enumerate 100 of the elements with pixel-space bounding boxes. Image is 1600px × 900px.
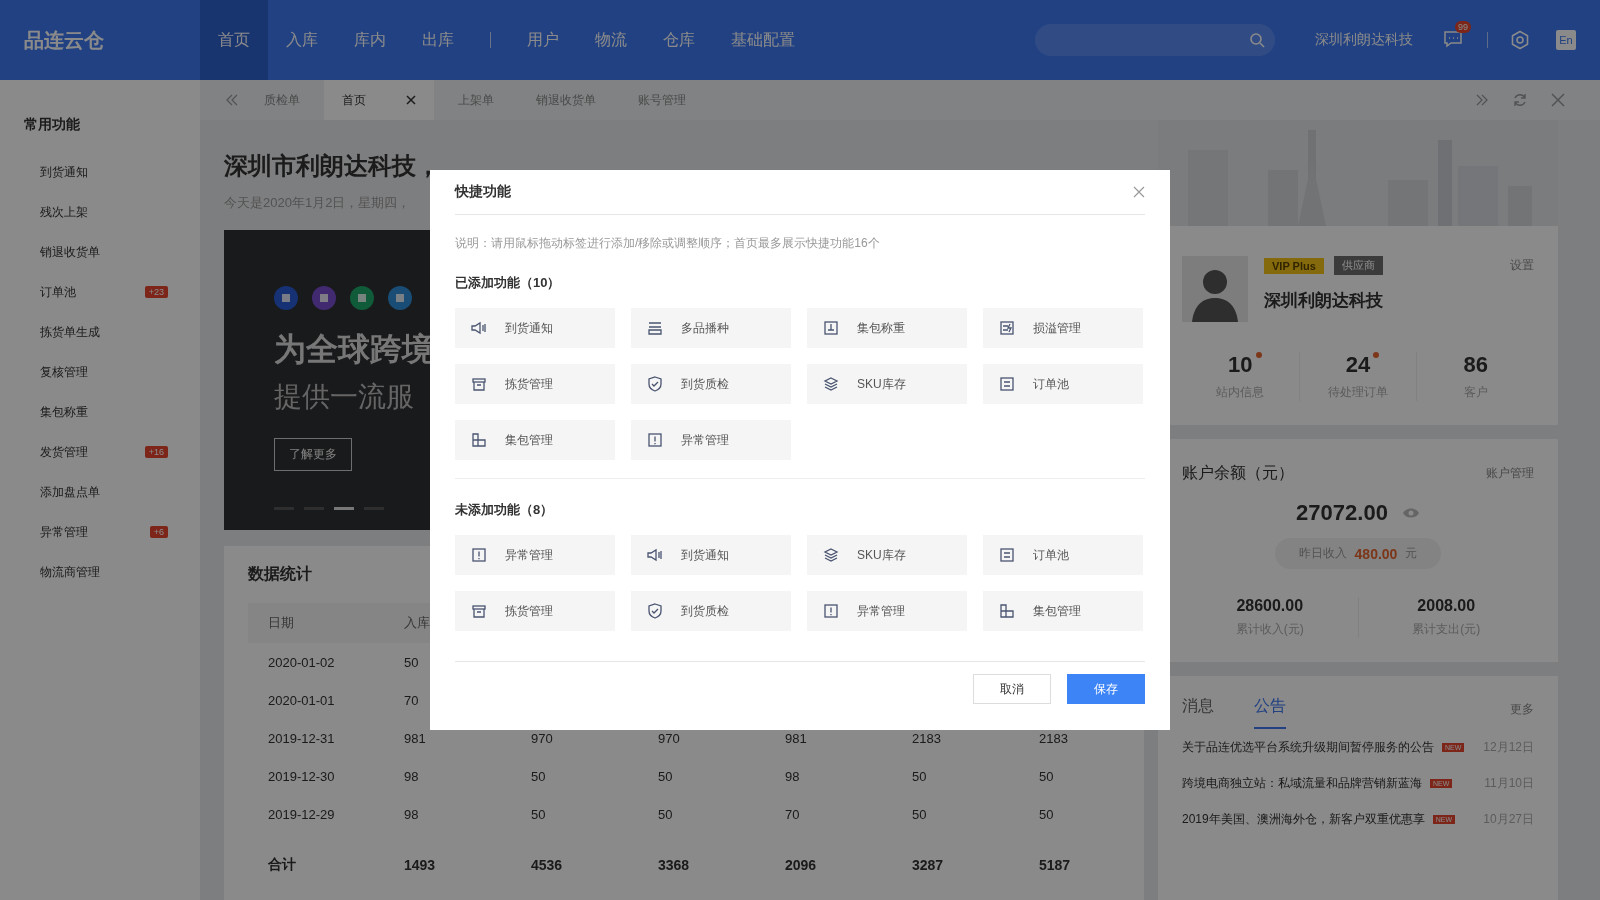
table-cell-text: 70 <box>403 691 420 710</box>
table-cell-text: 2019-12-31 <box>267 729 336 748</box>
page-tab[interactable]: 首页 <box>324 80 434 120</box>
role-tag: 供应商 <box>1333 256 1383 275</box>
sidebar-item[interactable]: 销退收货单 <box>24 232 200 272</box>
tag-label: 异常管理 <box>505 546 553 564</box>
function-tag[interactable]: 拣货管理 <box>455 591 615 631</box>
function-tag[interactable]: 异常管理 <box>807 591 967 631</box>
function-tag[interactable]: 异常管理 <box>631 420 791 460</box>
function-tag[interactable]: 拣货管理 <box>455 364 615 404</box>
table-cell-text: 50 <box>657 805 674 824</box>
sidebar-item[interactable]: 物流商管理 <box>24 552 200 592</box>
instruction-text: 说明：请用鼠标拖动标签进行添加/移除或调整顺序；首页最多展示快捷功能16个 <box>455 235 881 252</box>
table-cell-text: 2019-12-30 <box>267 767 336 786</box>
function-tag[interactable]: 到货质检 <box>631 591 791 631</box>
message-count-badge: 99 <box>1455 21 1471 33</box>
sidebar-item[interactable]: 拣货单生成 <box>24 312 200 352</box>
table-cell-text: 98 <box>403 805 420 824</box>
sidebar-item[interactable]: 集包称重 <box>24 392 200 432</box>
tag-label: SKU库存 <box>857 375 906 393</box>
more-link[interactable]: 更多 <box>1510 701 1534 718</box>
total-cell-text: 4536 <box>530 856 564 875</box>
table-cell-text: 981 <box>784 729 808 748</box>
save-button[interactable]: 保存 <box>1067 674 1145 704</box>
banner-subline: 提供一流服 <box>274 380 414 414</box>
notice-tab[interactable]: 消息 <box>1182 690 1214 729</box>
total-value: 2008.00 <box>1416 597 1477 615</box>
count-badge: +23 <box>144 286 168 298</box>
nav-item[interactable]: 库内 <box>336 0 404 80</box>
notice-title[interactable]: 2019年美国、澳洲海外仓，新客户双重优惠享 <box>1182 810 1425 828</box>
total-value: 28600.00 <box>1235 597 1305 615</box>
tag-label: 异常管理 <box>681 431 729 449</box>
function-tag[interactable]: 到货质检 <box>631 364 791 404</box>
notice-title[interactable]: 跨境电商独立站：私域流量和品牌营销新蓝海 <box>1182 774 1422 792</box>
tag-label: 到货通知 <box>505 319 553 337</box>
function-tag[interactable]: 损溢管理 <box>983 308 1143 348</box>
sidebar-item[interactable]: 残次上架 <box>24 192 200 232</box>
cancel-button[interactable]: 取消 <box>973 674 1051 704</box>
tag-label: 异常管理 <box>857 602 905 620</box>
total-cell-text: 5187 <box>1038 856 1072 875</box>
table-cell-text: 98 <box>784 767 801 786</box>
nav-item[interactable]: 基础配置 <box>713 0 813 80</box>
function-tag[interactable]: 集包管理 <box>983 591 1143 631</box>
greeting-title: 深圳市利朗达科技， <box>224 151 441 181</box>
function-tag[interactable]: SKU库存 <box>807 364 967 404</box>
company-name[interactable]: 深圳利朗达科技 <box>1315 31 1413 49</box>
language-button[interactable]: En <box>1556 30 1576 50</box>
nav-item[interactable]: 用户 <box>509 0 577 80</box>
tag-label: 损溢管理 <box>1033 319 1081 337</box>
app-logo[interactable]: 品连云仓 <box>0 26 200 54</box>
table-cell-text: 970 <box>657 729 681 748</box>
nav-item[interactable]: 出库 <box>404 0 472 80</box>
table-cell-text: 98 <box>403 767 420 786</box>
total-cell-text: 3368 <box>657 856 691 875</box>
tag-label: SKU库存 <box>857 546 906 564</box>
section-title: 未添加功能（8） <box>455 501 555 519</box>
function-tag[interactable]: 集包管理 <box>455 420 615 460</box>
function-tag[interactable]: 到货通知 <box>631 535 791 575</box>
column-header: 日期 <box>248 603 384 643</box>
sidebar-item[interactable]: 异常管理 +6 <box>24 512 200 552</box>
table-cell-text: 50 <box>530 805 547 824</box>
nav-item[interactable]: 物流 <box>577 0 645 80</box>
notice-title[interactable]: 关于品连优选平台系统升级期间暂停服务的公告 <box>1182 738 1434 756</box>
count-badge: +16 <box>144 446 168 458</box>
function-tag[interactable]: 异常管理 <box>455 535 615 575</box>
nav-item[interactable]: 入库 <box>268 0 336 80</box>
table-cell-text: 70 <box>784 805 801 824</box>
notice-tab[interactable]: 公告 <box>1254 690 1286 729</box>
function-tag[interactable]: SKU库存 <box>807 535 967 575</box>
total-cell-text: 2096 <box>784 856 818 875</box>
income-value: 480.00 <box>1354 545 1398 562</box>
table-cell-text: 50 <box>657 767 674 786</box>
table-cell-text: 50 <box>1038 805 1055 824</box>
sidebar-item[interactable]: 复核管理 <box>24 352 200 392</box>
function-tag[interactable]: 订单池 <box>983 535 1143 575</box>
nav-item[interactable]: 仓库 <box>645 0 713 80</box>
table-cell-text: 50 <box>911 805 928 824</box>
tag-label: 集包称重 <box>857 319 905 337</box>
balance-value: 27072.00 <box>1296 500 1388 526</box>
tag-label: 拣货管理 <box>505 375 553 393</box>
sidebar-item[interactable]: 发货管理 +16 <box>24 432 200 472</box>
stats-title: 数据统计 <box>248 564 313 584</box>
section-title: 已添加功能（10） <box>455 274 562 292</box>
table-cell-text: 50 <box>403 653 420 672</box>
sidebar-item[interactable]: 到货通知 <box>24 152 200 192</box>
table-cell-text: 2183 <box>1038 729 1069 748</box>
nav-item[interactable]: 首页 <box>200 0 268 80</box>
function-tag[interactable]: 订单池 <box>983 364 1143 404</box>
tag-label: 集包管理 <box>505 431 553 449</box>
sidebar-item[interactable]: 添加盘点单 <box>24 472 200 512</box>
tag-label: 订单池 <box>1033 375 1069 393</box>
function-tag[interactable]: 集包称重 <box>807 308 967 348</box>
total-cell-text: 合计 <box>267 855 297 874</box>
sidebar-title: 常用功能 <box>24 115 81 134</box>
function-tag[interactable]: 到货通知 <box>455 308 615 348</box>
dialog-title: 快捷功能 <box>455 183 511 201</box>
function-tag[interactable]: 多品播种 <box>631 308 791 348</box>
sidebar-item[interactable]: 订单池 +23 <box>24 272 200 312</box>
learn-more-button[interactable]: 了解更多 <box>274 438 352 471</box>
account-link[interactable]: 账户管理 <box>1486 465 1534 482</box>
